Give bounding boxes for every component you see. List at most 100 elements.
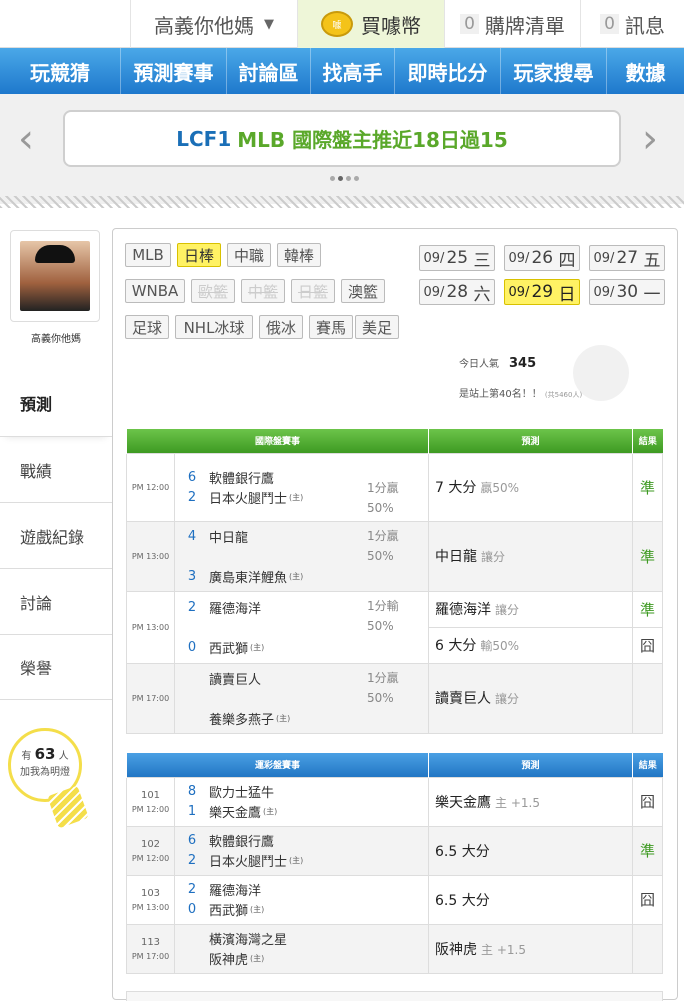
user-menu[interactable]: 高義你他媽 ▼ — [130, 0, 298, 48]
fans-prefix: 有 — [21, 751, 32, 762]
tag-aus-basketball[interactable]: 澳籃 — [341, 279, 385, 303]
table-row[interactable]: PM 13:00 2 羅德海洋 0 西武獅 (主) 1分輸 50% 羅德海洋 讓分 準 — [126, 590, 663, 664]
sidebar-item-game-history[interactable]: 遊戲紀錄 — [0, 502, 112, 568]
prediction-note: 讓分 — [495, 603, 520, 617]
date-0925[interactable]: 09/25 三 — [419, 245, 495, 271]
nav-item-forum[interactable]: 討論區 — [226, 48, 310, 94]
prediction-note: 贏50% — [480, 481, 520, 495]
intl-table: 國際盤賽事 預測 結果 PM 12:00 6 軟體銀行鷹 2 日本火腿鬥士 (主) 1分贏… — [126, 429, 663, 734]
table-row[interactable]: 101 PM 12:00 8 歐力士猛牛 1 樂天金鷹 (主) 樂天金鷹主 +1.5 囧 — [126, 776, 663, 827]
handicap: 1分輸 50% — [367, 596, 399, 636]
tag-soccer[interactable]: 足球 — [125, 315, 169, 339]
chevron-right-icon[interactable]: › — [642, 116, 658, 162]
tag-wnba[interactable]: WNBA — [125, 279, 185, 303]
buy-coins-label: 買噱幣 — [361, 13, 421, 38]
banner-headline[interactable]: LCF1 MLB 國際盤主推近18日過15 — [63, 110, 621, 167]
rank-total: (共5460人) — [544, 391, 583, 399]
table-row[interactable]: 102 PM 12:00 6 軟體銀行鷹 2 日本火腿鬥士 (主) 6.5 大分 準 — [126, 825, 663, 876]
match-time: PM 13:00 — [126, 520, 175, 592]
prediction: 7 大分 贏50% — [428, 452, 633, 522]
prediction: 樂天金鷹主 +1.5 — [428, 776, 633, 827]
host-mark: (主) — [250, 642, 265, 652]
nav-item-player-search[interactable]: 玩家搜尋 — [500, 48, 606, 94]
date-0928[interactable]: 09/28 六 — [419, 279, 495, 305]
home-team: 阪神虎 — [209, 953, 249, 968]
nav-item-predict[interactable]: 預測賽事 — [120, 48, 226, 94]
banner-text: MLB 國際盤主推近18日過15 — [237, 128, 508, 152]
carousel-dot[interactable] — [354, 176, 359, 181]
table-row[interactable]: 103 PM 13:00 2 羅德海洋 0 西武獅 (主) 6.5 大分 囧 — [126, 874, 663, 925]
prediction: 阪神虎主 +1.5 — [428, 923, 633, 974]
away-score: 8 — [187, 784, 197, 799]
date-month: 09/ — [508, 250, 530, 266]
date-day: 25 — [446, 248, 469, 268]
tag-npb[interactable]: 日棒 — [177, 243, 221, 267]
prediction-note: 主 +1.5 — [495, 795, 540, 810]
prediction: 6.5 大分 — [428, 825, 633, 876]
date-day: 29 — [531, 282, 554, 302]
handicap-value: 1分贏 — [367, 480, 399, 495]
away-score: 4 — [187, 528, 197, 544]
date-0929[interactable]: 09/29 日 — [504, 279, 580, 305]
prediction-value: 6 大分 — [435, 638, 477, 654]
game-id: 102 — [140, 838, 161, 850]
messages-label: 訊息 — [624, 13, 665, 38]
away-team: 軟體銀行鷹 — [209, 835, 275, 850]
tag-american-football[interactable]: 美足 — [355, 315, 399, 339]
result-badge — [632, 662, 663, 734]
home-score: 2 — [187, 853, 197, 868]
sidebar-item-honor[interactable]: 榮譽 — [0, 634, 112, 700]
match-time: 101 PM 12:00 — [126, 776, 175, 827]
main-panel: MLB 日棒 中職 韓棒 WNBA 歐籃 中籃 日籃 澳籃 足球 NHL冰球 俄… — [112, 228, 678, 1001]
prediction-value: 中日龍 — [435, 549, 477, 565]
tag-cpbl[interactable]: 中職 — [227, 243, 271, 267]
tag-kbo[interactable]: 韓棒 — [277, 243, 321, 267]
tag-nhl[interactable]: NHL冰球 — [175, 315, 253, 339]
sidebar-item-record[interactable]: 戰績 — [0, 436, 112, 502]
table-row[interactable]: PM 13:00 4 中日龍 3 廣島東洋鯉魚 (主) 1分贏 50% 中日龍 讓分 準 — [126, 520, 663, 592]
carousel-dot[interactable] — [346, 176, 351, 181]
date-0930[interactable]: 09/30 一 — [589, 279, 665, 305]
banner-prefix: LCF1 — [176, 126, 232, 151]
sidebar-item-discussion[interactable]: 討論 — [0, 568, 112, 634]
match-teams: 橫濱海灣之星 阪神虎 (主) — [174, 923, 429, 974]
username-label: 高義你他媽 — [154, 13, 254, 38]
match-time: PM 17:00 — [126, 662, 175, 734]
result-badge: 囧 — [632, 776, 663, 827]
home-team: 日本火腿鬥士 — [209, 491, 288, 507]
cart-label: 購牌清單 — [484, 13, 565, 38]
home-team: 廣島東洋鯉魚 — [209, 570, 288, 586]
away-team: 橫濱海灣之星 — [209, 933, 288, 948]
column-header: 運彩盤賽事 — [126, 753, 429, 777]
table-row[interactable]: 113 PM 17:00 橫濱海灣之星 阪神虎 (主) 阪神虎主 +1.5 — [126, 923, 663, 974]
cart-button[interactable]: 0 購牌清單 — [444, 0, 580, 48]
carousel-dot[interactable] — [338, 176, 343, 181]
match-teams: 2 羅德海洋 0 西武獅 (主) 1分輸 50% — [174, 590, 429, 664]
tag-horse-racing[interactable]: 賽馬 — [309, 315, 353, 339]
carousel-dot[interactable] — [330, 176, 335, 181]
sidebar-item-predict[interactable]: 預測 — [0, 370, 112, 436]
date-0927[interactable]: 09/27 五 — [589, 245, 665, 271]
handicap-value: 1分輸 — [367, 598, 399, 613]
nav-item-livescore[interactable]: 即時比分 — [394, 48, 500, 94]
buy-coins-button[interactable]: 噱買噱幣 — [298, 0, 444, 48]
avatar-card[interactable] — [10, 230, 100, 322]
nav-item-data[interactable]: 數據 — [606, 48, 684, 94]
chevron-left-icon[interactable]: ‹ — [18, 116, 34, 162]
messages-button[interactable]: 0 訊息 — [580, 0, 684, 48]
tag-euro-basketball: 歐籃 — [191, 279, 235, 303]
tag-khl[interactable]: 俄冰 — [259, 315, 303, 339]
fans-subtitle: 加我為明燈 — [20, 767, 70, 778]
handicap-rate: 50% — [367, 690, 394, 705]
away-score: 6 — [187, 469, 197, 485]
nav-item-play[interactable]: 玩競猜 — [0, 48, 120, 94]
match-teams: 讀賣巨人 養樂多燕子 (主) 1分贏 50% — [174, 662, 429, 734]
handicap-value: 1分贏 — [367, 528, 399, 543]
host-mark: (主) — [250, 954, 265, 963]
tag-mlb[interactable]: MLB — [125, 243, 171, 267]
table-row[interactable]: PM 17:00 讀賣巨人 養樂多燕子 (主) 1分贏 50% 讀賣巨人 讓分 — [126, 662, 663, 734]
date-0926[interactable]: 09/26 四 — [504, 245, 580, 271]
nav-item-experts[interactable]: 找高手 — [310, 48, 394, 94]
home-score: 2 — [187, 489, 197, 505]
table-row[interactable]: PM 12:00 6 軟體銀行鷹 2 日本火腿鬥士 (主) 1分贏 50% 7 大分 贏5… — [126, 452, 663, 522]
